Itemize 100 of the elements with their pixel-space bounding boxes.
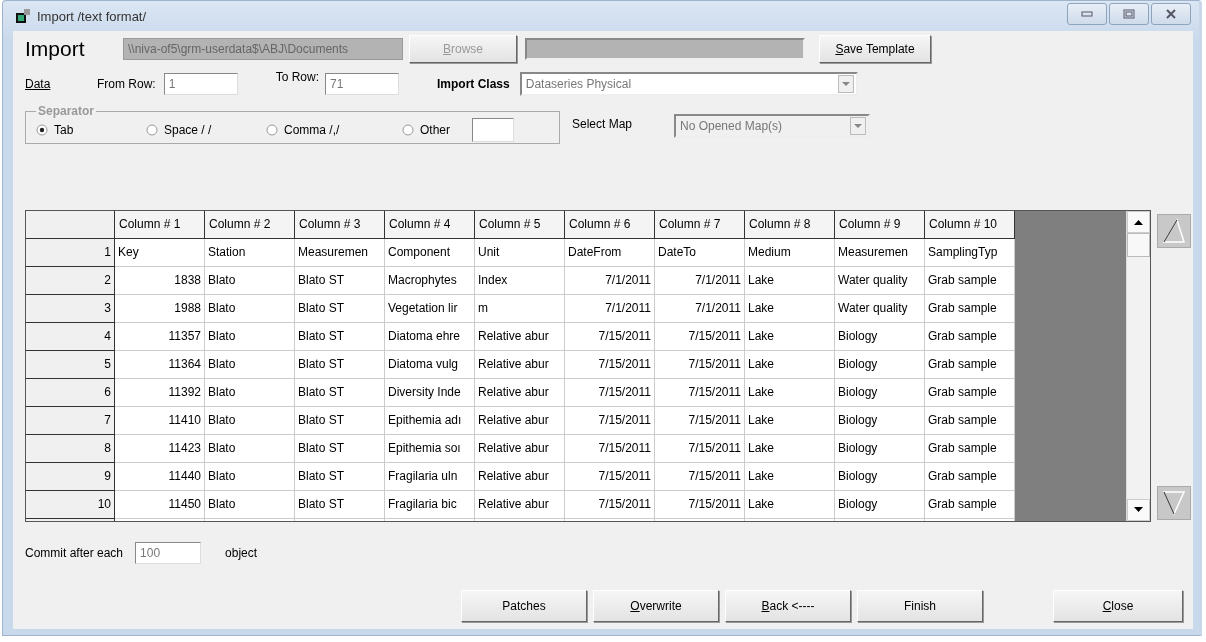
table-cell: Biology xyxy=(835,491,925,519)
import-heading: Import xyxy=(25,37,86,61)
column-header[interactable]: Column # 7 xyxy=(655,211,745,239)
table-cell: Relative abur xyxy=(475,435,565,463)
table-cell: Fragilaria bic xyxy=(385,491,475,519)
table-cell: 7/15/2011 xyxy=(655,407,745,435)
import-class-dropdown[interactable]: Dataseries Physical xyxy=(519,72,858,96)
table-cell: Biology xyxy=(835,379,925,407)
table-cell: 7/1/2011 xyxy=(565,267,655,295)
data-link[interactable]: Data xyxy=(25,77,97,91)
separator-radio[interactable]: Other xyxy=(402,122,472,137)
action-button[interactable]: Finish xyxy=(857,590,983,622)
table-cell: 1988 xyxy=(115,295,205,323)
row-header[interactable]: 2 xyxy=(26,267,115,295)
table-cell: Blato ST xyxy=(295,435,385,463)
close-button[interactable]: Close xyxy=(1053,590,1183,622)
table-cell: 7/15/2011 xyxy=(565,435,655,463)
minimize-icon xyxy=(1081,11,1093,17)
table-cell: Relative abur xyxy=(475,351,565,379)
table-cell: Measuremen xyxy=(295,239,385,267)
table-cell: 7/1/2011 xyxy=(565,295,655,323)
column-header[interactable]: Column # 8 xyxy=(745,211,835,239)
vertical-scrollbar[interactable] xyxy=(1126,211,1150,521)
table-cell: 7/1/2011 xyxy=(655,267,745,295)
page-down-button[interactable] xyxy=(1157,486,1191,520)
table-cell: 11450 xyxy=(115,491,205,519)
row-header[interactable]: 6 xyxy=(26,379,115,407)
row-header[interactable]: 3 xyxy=(26,295,115,323)
table-cell: 11392 xyxy=(115,379,205,407)
table-cell: 7/1/2011 xyxy=(655,295,745,323)
column-header[interactable]: Column # 1 xyxy=(115,211,205,239)
save-template-button[interactable]: Save Template xyxy=(819,35,931,63)
separator-legend: Separator xyxy=(36,104,97,118)
table-cell: Key xyxy=(115,239,205,267)
table-cell: 11440 xyxy=(115,463,205,491)
commit-count-field[interactable]: 100 xyxy=(135,542,202,564)
column-header[interactable]: Column # 10 xyxy=(925,211,1015,239)
table-cell: Fragilaria uln xyxy=(385,463,475,491)
table-cell: 11423 xyxy=(115,435,205,463)
column-header[interactable]: Column # 9 xyxy=(835,211,925,239)
table-cell: 7/15/2011 xyxy=(655,351,745,379)
table-cell: Station xyxy=(205,239,295,267)
column-header[interactable]: Column # 6 xyxy=(565,211,655,239)
table-cell: Macrophytes xyxy=(385,267,475,295)
separator-radio[interactable]: Tab xyxy=(36,122,146,137)
table-cell: Lake xyxy=(745,407,835,435)
separator-radio[interactable]: Space / / xyxy=(146,122,266,137)
action-button[interactable]: Back <---- xyxy=(725,590,851,622)
to-row-field[interactable]: 71 xyxy=(325,73,400,95)
select-map-label: Select Map xyxy=(572,117,634,131)
table-cell: Blato xyxy=(205,351,295,379)
table-cell: Biology xyxy=(835,323,925,351)
close-window-button[interactable] xyxy=(1151,3,1191,25)
table-cell: 7/15/2011 xyxy=(565,463,655,491)
table-cell: Relative abur xyxy=(475,379,565,407)
from-row-field[interactable]: 1 xyxy=(163,73,238,95)
action-button[interactable]: Overwrite xyxy=(593,590,719,622)
table-cell: Lake xyxy=(745,323,835,351)
row-header[interactable]: 8 xyxy=(26,435,115,463)
row-header[interactable]: 1 xyxy=(26,239,115,267)
table-cell: Water quality xyxy=(835,267,925,295)
table-cell: DateFrom xyxy=(565,239,655,267)
action-button[interactable]: Patches xyxy=(461,590,587,622)
table-cell: Index xyxy=(475,267,565,295)
table-cell: 7/15/2011 xyxy=(565,351,655,379)
row-header[interactable]: 10 xyxy=(26,491,115,519)
table-cell: Epithemia soı xyxy=(385,435,475,463)
scroll-down-icon xyxy=(1134,507,1143,513)
minimize-button[interactable] xyxy=(1067,3,1107,25)
column-header[interactable]: Column # 4 xyxy=(385,211,475,239)
row-header[interactable]: 7 xyxy=(26,407,115,435)
row-header[interactable]: 4 xyxy=(26,323,115,351)
row-header[interactable]: 9 xyxy=(26,463,115,491)
table-cell: 7/15/2011 xyxy=(655,435,745,463)
scroll-thumb[interactable] xyxy=(1127,233,1150,257)
table-cell: 7/15/2011 xyxy=(565,323,655,351)
table-cell: Blato ST xyxy=(295,463,385,491)
table-cell: Blato ST xyxy=(295,491,385,519)
table-cell: Diatoma ehre xyxy=(385,323,475,351)
table-cell: Lake xyxy=(745,267,835,295)
column-header[interactable]: Column # 5 xyxy=(475,211,565,239)
column-header[interactable]: Column # 2 xyxy=(205,211,295,239)
triangle-down-icon xyxy=(1161,490,1187,516)
maximize-button[interactable] xyxy=(1109,3,1149,25)
separator-radio[interactable]: Comma /,/ xyxy=(266,122,402,137)
select-map-dropdown[interactable]: No Opened Map(s) xyxy=(674,114,870,138)
table-cell: Water quality xyxy=(835,295,925,323)
column-header[interactable]: Column # 3 xyxy=(295,211,385,239)
triangle-up-icon xyxy=(1161,218,1187,244)
table-cell: Blato ST xyxy=(295,407,385,435)
table-cell: Blato xyxy=(205,407,295,435)
table-cell: Measuremen xyxy=(835,239,925,267)
other-separator-field[interactable] xyxy=(472,117,514,142)
table-cell: Blato ST xyxy=(295,295,385,323)
table-cell: DateTo xyxy=(655,239,745,267)
table-cell: Vegetation lir xyxy=(385,295,475,323)
row-header[interactable]: 5 xyxy=(26,351,115,379)
page-up-button[interactable] xyxy=(1157,214,1191,248)
table-cell: Diversity Inde xyxy=(385,379,475,407)
maximize-icon xyxy=(1123,9,1135,19)
